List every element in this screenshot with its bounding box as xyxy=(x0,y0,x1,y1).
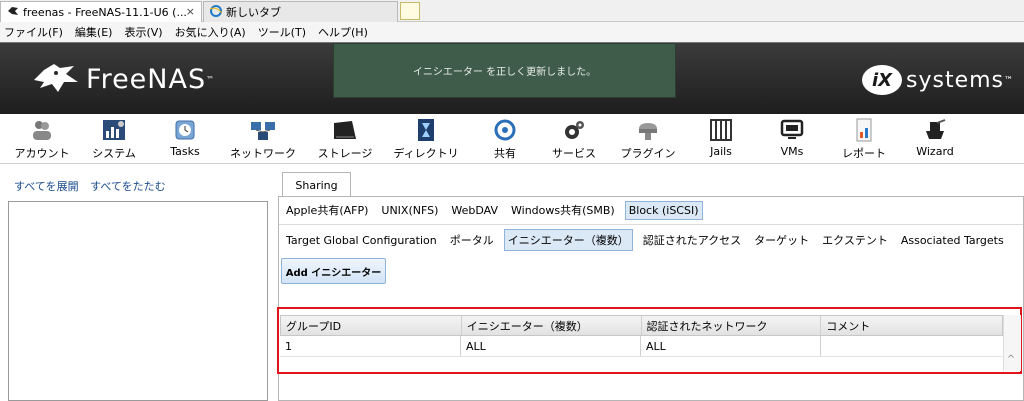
trademark: ™ xyxy=(206,74,215,84)
iscsi-tabs: Target Global Configuration ポータル イニシエーター… xyxy=(283,229,1014,251)
sharing-icon xyxy=(492,118,518,142)
browser-tab-new[interactable]: 新しいタブ xyxy=(203,1,398,22)
tab-nfs[interactable]: UNIX(NFS) xyxy=(378,202,441,219)
freenas-logo[interactable]: FreeNAS ™ xyxy=(30,57,214,101)
close-tab-icon[interactable]: × xyxy=(186,5,195,18)
cell-comment xyxy=(821,336,1002,356)
browser-tab-freenas[interactable]: freenas - FreeNAS-11.1-U6 (... × xyxy=(0,1,202,22)
toolbar-system[interactable]: システム xyxy=(88,118,140,162)
table-row[interactable]: 1 ALL ALL xyxy=(280,336,1003,357)
freenas-shark-icon xyxy=(30,60,80,98)
tab-targets[interactable]: ターゲット xyxy=(751,230,812,250)
toolbar-directory[interactable]: ディレクトリ xyxy=(390,118,462,162)
expand-all-link[interactable]: すべてを展開 xyxy=(14,180,79,193)
ie-favicon-icon xyxy=(209,4,226,20)
freenas-wordmark: FreeNAS xyxy=(86,63,207,95)
scroll-up-icon[interactable]: ^ xyxy=(1003,352,1019,366)
column-header-initiators[interactable]: イニシエーター（複数） xyxy=(462,316,642,335)
column-header-comment[interactable]: コメント xyxy=(821,316,1002,335)
menu-help[interactable]: ヘルプ(H) xyxy=(318,24,368,40)
toolbar-services[interactable]: サービス xyxy=(546,118,602,162)
vms-icon xyxy=(779,118,805,142)
freenas-favicon-icon xyxy=(7,5,23,20)
plugins-icon xyxy=(635,118,661,142)
trademark: ™ xyxy=(1004,74,1014,86)
tab-target-global-config[interactable]: Target Global Configuration xyxy=(283,232,440,249)
toolbar-jails[interactable]: Jails xyxy=(703,118,739,162)
main-toolbar: アカウント システム Tasks ネットワーク ストレージ ディレクトリ 共有 … xyxy=(0,114,1024,164)
tab-authorized-access[interactable]: 認証されたアクセス xyxy=(640,230,744,250)
jails-icon xyxy=(708,118,734,142)
divider xyxy=(279,224,1023,225)
app-header: FreeNAS ™ イニシエーター を正しく更新しました。 iX systems… xyxy=(0,42,1024,114)
network-icon xyxy=(250,118,276,142)
directory-icon xyxy=(413,118,439,142)
services-icon xyxy=(561,118,587,142)
browser-tab-bar: freenas - FreeNAS-11.1-U6 (... × 新しいタブ xyxy=(0,0,1024,22)
storage-icon xyxy=(332,118,358,142)
column-header-authorized-network[interactable]: 認証されたネットワーク xyxy=(642,316,822,335)
toolbar-sharing[interactable]: 共有 xyxy=(487,118,523,162)
table-header: グループID イニシエーター（複数） 認証されたネットワーク コメント xyxy=(280,315,1003,336)
browser-tab-title: freenas - FreeNAS-11.1-U6 (... xyxy=(23,5,187,19)
cell-group-id: 1 xyxy=(280,336,461,356)
tab-portals[interactable]: ポータル xyxy=(447,230,497,250)
toolbar-plugins[interactable]: プラグイン xyxy=(616,118,680,162)
menu-favorites[interactable]: お気に入り(A) xyxy=(175,24,246,40)
new-tab-button[interactable] xyxy=(400,2,420,20)
menu-edit[interactable]: 編集(E) xyxy=(75,24,113,40)
ixsystems-logo[interactable]: iX systems ™ xyxy=(862,63,1013,97)
ix-badge-icon: iX xyxy=(862,65,902,95)
tab-afp[interactable]: Apple共有(AFP) xyxy=(283,200,371,220)
wizard-icon xyxy=(922,118,948,142)
toolbar-wizard[interactable]: Wizard xyxy=(913,118,957,162)
toolbar-vms[interactable]: VMs xyxy=(775,118,809,162)
add-initiator-button[interactable]: Add イニシエーター xyxy=(281,258,386,284)
tab-associated-targets[interactable]: Associated Targets xyxy=(898,232,1007,249)
collapse-all-link[interactable]: すべてをたたむ xyxy=(90,180,166,193)
toolbar-network[interactable]: ネットワーク xyxy=(227,118,299,162)
cell-authorized-network: ALL xyxy=(641,336,821,356)
tree-controls: すべてを展開 すべてをたたむ xyxy=(14,178,174,194)
menu-file[interactable]: ファイル(F) xyxy=(4,24,63,40)
browser-menubar: ファイル(F) 編集(E) 表示(V) お気に入り(A) ツール(T) ヘルプ(… xyxy=(0,22,1024,42)
toolbar-tasks[interactable]: Tasks xyxy=(165,118,205,162)
tab-smb[interactable]: Windows共有(SMB) xyxy=(508,200,618,220)
tab-sharing[interactable]: Sharing xyxy=(282,172,351,197)
ixsystems-wordmark: systems xyxy=(906,67,1004,93)
tasks-icon xyxy=(172,118,198,142)
browser-tab-title: 新しいタブ xyxy=(226,6,281,19)
tab-extents[interactable]: エクステント xyxy=(819,230,891,250)
menu-tools[interactable]: ツール(T) xyxy=(258,24,306,40)
initiators-table: グループID イニシエーター（複数） 認証されたネットワーク コメント 1 AL… xyxy=(280,315,1003,357)
system-icon xyxy=(101,118,127,142)
toolbar-storage[interactable]: ストレージ xyxy=(314,118,376,162)
tab-initiators[interactable]: イニシエーター（複数） xyxy=(503,229,633,251)
share-type-tabs: Apple共有(AFP) UNIX(NFS) WebDAV Windows共有(… xyxy=(283,199,710,221)
column-header-group-id[interactable]: グループID xyxy=(281,316,462,335)
tab-webdav[interactable]: WebDAV xyxy=(448,202,501,219)
cell-initiators: ALL xyxy=(461,336,641,356)
navigation-tree[interactable] xyxy=(8,201,268,401)
toolbar-reports[interactable]: レポート xyxy=(838,118,890,162)
menu-view[interactable]: 表示(V) xyxy=(124,24,162,40)
notification-banner: イニシエーター を正しく更新しました。 xyxy=(333,43,676,98)
toolbar-accounts[interactable]: アカウント xyxy=(10,118,74,162)
reports-icon xyxy=(851,118,877,142)
users-icon xyxy=(29,118,55,142)
tab-iscsi[interactable]: Block (iSCSI) xyxy=(624,200,703,220)
